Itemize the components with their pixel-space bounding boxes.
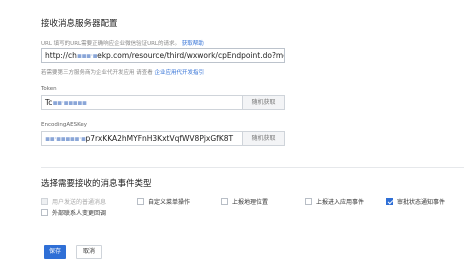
url-value-start: http://ch: [45, 51, 77, 60]
third-party-hint: 若需要第三方服务商为企业代开发应用 请查看 企业应用代开发指引: [41, 68, 204, 76]
event-option-label: 审批状态通知事件: [397, 199, 446, 206]
aeskey-value-end: p7rxKKA2hMYFnH3KxtVqfWV8PjxGfK8T: [85, 134, 234, 143]
token-redacted-mask: ▪▪·▪▪▪▪▪: [52, 98, 87, 107]
url-hint: URL 填写的URL需要正确响应企业微信验证URL的请求。 获取帮助: [41, 39, 204, 47]
event-option-label: 自定义菜单操作: [148, 199, 191, 206]
checkbox[interactable]: [137, 198, 144, 205]
aeskey-label: EncodingAESKey: [41, 122, 88, 128]
event-option-label: 上报地理位置: [232, 199, 269, 206]
event-option-user-message[interactable]: 用户发送的普通消息: [41, 197, 106, 206]
event-option-external-contact[interactable]: 外部联系人变更回调: [41, 208, 106, 217]
aeskey-redacted-mask: ▪▪·▪▪▪▪▪·▪: [45, 134, 86, 143]
url-hint-text: 填写的URL需要正确响应企业微信验证URL的请求。: [53, 41, 180, 47]
save-button[interactable]: 保存: [44, 245, 66, 259]
token-input[interactable]: Tc▪▪·▪▪▪▪▪: [41, 95, 243, 110]
event-option-label: 外部联系人变更回调: [52, 210, 107, 217]
checkbox[interactable]: [41, 209, 48, 216]
url-value-end: ekp.com/resource/third/wxwork/cpEndpoint…: [97, 51, 285, 60]
url-hint-prefix: URL: [41, 41, 52, 47]
cancel-button[interactable]: 取消: [76, 245, 102, 259]
token-random-button[interactable]: 随机获取: [243, 95, 285, 110]
third-party-hint-text: 若需要第三方服务商为企业代开发应用 请查看: [41, 70, 153, 76]
checkbox-checked[interactable]: [386, 198, 393, 205]
event-option-location[interactable]: 上报地理位置: [221, 197, 268, 206]
token-label: Token: [41, 86, 57, 92]
event-option-approval-status[interactable]: 审批状态通知事件: [386, 197, 445, 206]
token-value-start: Tc: [45, 98, 53, 107]
event-option-label: 用户发送的普通消息: [52, 199, 107, 206]
event-option-custom-menu[interactable]: 自定义菜单操作: [137, 197, 190, 206]
aeskey-input[interactable]: ▪▪·▪▪▪▪▪·▪p7rxKKA2hMYFnH3KxtVqfWV8PjxGfK…: [41, 131, 243, 146]
server-config-title: 接收消息服务器配置: [41, 19, 118, 29]
checkbox[interactable]: [305, 198, 312, 205]
aeskey-random-button[interactable]: 随机获取: [243, 131, 285, 146]
get-help-link[interactable]: 获取帮助: [182, 41, 204, 47]
url-redacted-mask: ▪▪▪·▪: [76, 51, 98, 60]
event-option-enter-app[interactable]: 上报进入应用事件: [305, 197, 364, 206]
checkbox[interactable]: [41, 198, 48, 205]
events-title: 选择需要接收的消息事件类型: [41, 179, 152, 189]
section-divider: [41, 167, 464, 168]
dev-guide-link[interactable]: 企业应用代开发指引: [155, 70, 205, 76]
event-option-label: 上报进入应用事件: [316, 199, 365, 206]
checkbox[interactable]: [221, 198, 228, 205]
url-input[interactable]: http://ch▪▪▪·▪ekp.com/resource/third/wxw…: [41, 48, 285, 63]
